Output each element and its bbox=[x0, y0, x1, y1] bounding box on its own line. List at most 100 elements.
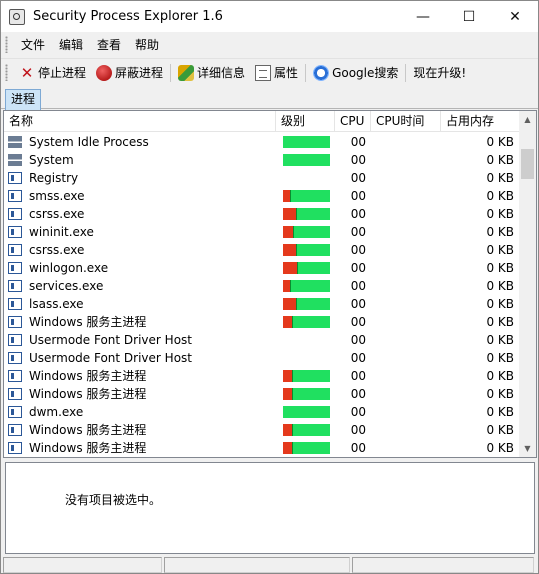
process-name: System Idle Process bbox=[29, 135, 149, 149]
table-row[interactable]: System Idle Process 00 0 KB bbox=[4, 133, 520, 151]
app-window: Security Process Explorer 1.6 — ☐ ✕ 文件 编… bbox=[0, 0, 539, 574]
risk-level-bar bbox=[283, 244, 330, 256]
scroll-up-arrow-icon[interactable]: ▲ bbox=[519, 111, 536, 128]
block-process-button[interactable]: 屏蔽进程 bbox=[91, 61, 168, 85]
risk-level-fill bbox=[283, 262, 297, 274]
process-cpu-time bbox=[371, 205, 441, 223]
close-button[interactable]: ✕ bbox=[492, 1, 538, 32]
process-cpu-time bbox=[371, 403, 441, 421]
toolbar: ✕ 停止进程 屏蔽进程 详细信息 属性 Google搜索 现在升级! bbox=[1, 58, 538, 86]
safe-level-fill bbox=[292, 424, 330, 436]
scroll-thumb[interactable] bbox=[521, 149, 534, 179]
stop-process-button[interactable]: ✕ 停止进程 bbox=[14, 61, 91, 85]
process-cpu: 00 bbox=[350, 387, 366, 401]
menu-view[interactable]: 查看 bbox=[90, 36, 128, 53]
toolbar-separator bbox=[170, 63, 172, 82]
process-name: wininit.exe bbox=[29, 225, 94, 239]
process-level-cell bbox=[276, 331, 335, 349]
menu-file[interactable]: 文件 bbox=[14, 36, 52, 53]
block-process-label: 屏蔽进程 bbox=[115, 66, 164, 80]
column-cpu[interactable]: CPU bbox=[335, 111, 371, 132]
maximize-button[interactable]: ☐ bbox=[446, 1, 492, 32]
column-cpu-time[interactable]: CPU时间 bbox=[371, 111, 441, 132]
process-icon bbox=[8, 172, 22, 184]
table-row[interactable]: Windows 服务主进程 00 0 KB bbox=[4, 439, 520, 457]
process-level-cell bbox=[276, 187, 335, 205]
process-cpu: 00 bbox=[350, 423, 366, 437]
scroll-down-arrow-icon[interactable]: ▼ bbox=[519, 440, 536, 457]
process-memory: 0 KB bbox=[486, 243, 514, 257]
process-memory: 0 KB bbox=[486, 261, 514, 275]
process-name-cell: Registry bbox=[4, 169, 276, 187]
risk-level-bar bbox=[283, 442, 330, 454]
process-cpu-time bbox=[371, 367, 441, 385]
column-memory[interactable]: 占用内存 bbox=[441, 111, 520, 132]
process-name-cell: Usermode Font Driver Host bbox=[4, 349, 276, 367]
process-cpu-time bbox=[371, 133, 441, 151]
table-row[interactable]: Windows 服务主进程 00 0 KB bbox=[4, 385, 520, 403]
table-row[interactable]: winlogon.exe 00 0 KB bbox=[4, 259, 520, 277]
process-name-cell: Windows 服务主进程 bbox=[4, 421, 276, 439]
table-row[interactable]: Usermode Font Driver Host 00 0 KB bbox=[4, 349, 520, 367]
upgrade-button[interactable]: 现在升级! bbox=[408, 61, 471, 85]
process-name: Windows 服务主进程 bbox=[29, 387, 147, 401]
toolbar-separator bbox=[305, 63, 307, 82]
process-cpu-time bbox=[371, 151, 441, 169]
process-cpu: 00 bbox=[350, 225, 366, 239]
process-cpu: 00 bbox=[350, 261, 366, 275]
process-level-cell bbox=[276, 403, 335, 421]
process-memory: 0 KB bbox=[486, 171, 514, 185]
menu-grip[interactable] bbox=[5, 36, 8, 53]
menu-help[interactable]: 帮助 bbox=[128, 36, 166, 53]
table-row[interactable]: System 00 0 KB bbox=[4, 151, 520, 169]
table-row[interactable]: Registry 00 0 KB bbox=[4, 169, 520, 187]
title-bar[interactable]: Security Process Explorer 1.6 — ☐ ✕ bbox=[1, 1, 538, 32]
table-row[interactable]: csrss.exe 00 0 KB bbox=[4, 205, 520, 223]
process-name: Usermode Font Driver Host bbox=[29, 333, 192, 347]
process-name-cell: smss.exe bbox=[4, 187, 276, 205]
table-row[interactable]: lsass.exe 00 0 KB bbox=[4, 295, 520, 313]
table-row[interactable]: Usermode Font Driver Host 00 0 KB bbox=[4, 331, 520, 349]
table-row[interactable]: services.exe 00 0 KB bbox=[4, 277, 520, 295]
process-name-cell: dwm.exe bbox=[4, 403, 276, 421]
list-header: 名称 级别 CPU CPU时间 占用内存 bbox=[4, 111, 520, 132]
process-icon bbox=[8, 334, 22, 346]
toolbar-grip[interactable] bbox=[5, 64, 8, 81]
process-level-cell bbox=[276, 439, 335, 457]
process-name-cell: Usermode Font Driver Host bbox=[4, 331, 276, 349]
table-row[interactable]: dwm.exe 00 0 KB bbox=[4, 403, 520, 421]
properties-button[interactable]: 属性 bbox=[250, 61, 303, 85]
process-name: System bbox=[29, 153, 74, 167]
google-search-button[interactable]: Google搜索 bbox=[308, 61, 403, 85]
process-name-cell: csrss.exe bbox=[4, 241, 276, 259]
minimize-button[interactable]: — bbox=[400, 1, 446, 32]
details-button[interactable]: 详细信息 bbox=[173, 61, 250, 85]
process-name: csrss.exe bbox=[29, 207, 85, 221]
table-row[interactable]: Windows 服务主进程 00 0 KB bbox=[4, 367, 520, 385]
tab-processes[interactable]: 进程 bbox=[5, 89, 42, 110]
table-row[interactable]: Windows 服务主进程 00 0 KB bbox=[4, 421, 520, 439]
table-row[interactable]: Windows 服务主进程 00 0 KB bbox=[4, 313, 520, 331]
column-name[interactable]: 名称 bbox=[4, 111, 276, 132]
risk-level-bar bbox=[283, 208, 330, 220]
table-row[interactable]: wininit.exe 00 0 KB bbox=[4, 223, 520, 241]
table-row[interactable]: csrss.exe 00 0 KB bbox=[4, 241, 520, 259]
risk-level-fill bbox=[283, 244, 296, 256]
vertical-scrollbar[interactable]: ▲ ▼ bbox=[519, 111, 536, 457]
process-cpu-time bbox=[371, 295, 441, 313]
menu-edit[interactable]: 编辑 bbox=[52, 36, 90, 53]
process-cpu-time bbox=[371, 259, 441, 277]
tab-strip: 进程 bbox=[1, 87, 538, 110]
risk-level-bar bbox=[283, 226, 330, 238]
process-cpu-time bbox=[371, 241, 441, 259]
column-level[interactable]: 级别 bbox=[276, 111, 335, 132]
safe-level-fill bbox=[296, 208, 330, 220]
table-row[interactable]: smss.exe 00 0 KB bbox=[4, 187, 520, 205]
process-name: Windows 服务主进程 bbox=[29, 315, 147, 329]
process-cpu-time bbox=[371, 169, 441, 187]
process-name: dwm.exe bbox=[29, 405, 84, 419]
process-level-cell bbox=[276, 295, 335, 313]
process-list[interactable]: 名称 级别 CPU CPU时间 占用内存 System Idle Process… bbox=[3, 110, 537, 458]
window-controls: — ☐ ✕ bbox=[400, 1, 538, 32]
google-search-icon bbox=[313, 64, 330, 81]
